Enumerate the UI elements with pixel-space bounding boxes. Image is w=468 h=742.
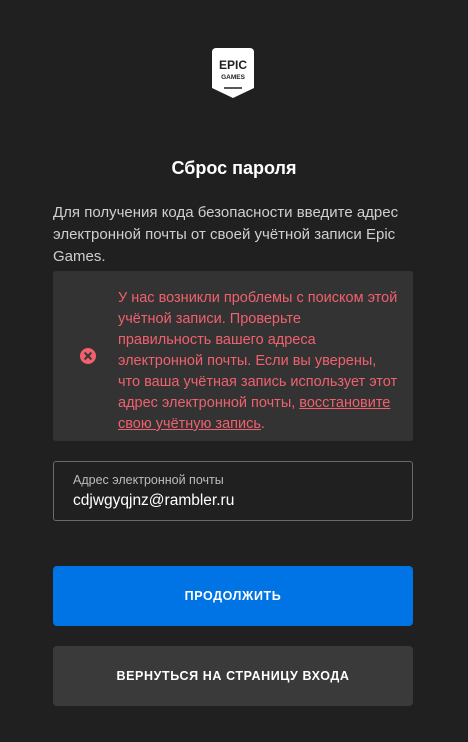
epic-games-logo: EPIC GAMES (212, 48, 254, 98)
epic-games-logo-icon: EPIC GAMES (212, 48, 254, 98)
back-to-login-button[interactable]: ВЕРНУТЬСЯ НА СТРАНИЦУ ВХОДА (53, 646, 413, 706)
error-message: У нас возникли проблемы с поиском этой у… (118, 288, 398, 435)
email-field[interactable]: Адрес электронной почты (53, 461, 413, 521)
email-input[interactable] (73, 490, 393, 512)
email-field-label: Адрес электронной почты (73, 473, 224, 487)
error-icon (80, 348, 96, 364)
logo-text-epic: EPIC (219, 58, 247, 72)
page-title: Сброс пароля (171, 158, 297, 178)
page-description: Для получения кода безопасности введите … (53, 204, 399, 265)
error-alert: У нас возникли проблемы с поиском этой у… (53, 271, 413, 441)
error-message-text: У нас возникли проблемы с поиском этой у… (118, 290, 398, 411)
error-message-trailing: . (260, 416, 265, 432)
logo-text-games: GAMES (221, 74, 246, 81)
continue-button[interactable]: ПРОДОЛЖИТЬ (53, 566, 413, 626)
